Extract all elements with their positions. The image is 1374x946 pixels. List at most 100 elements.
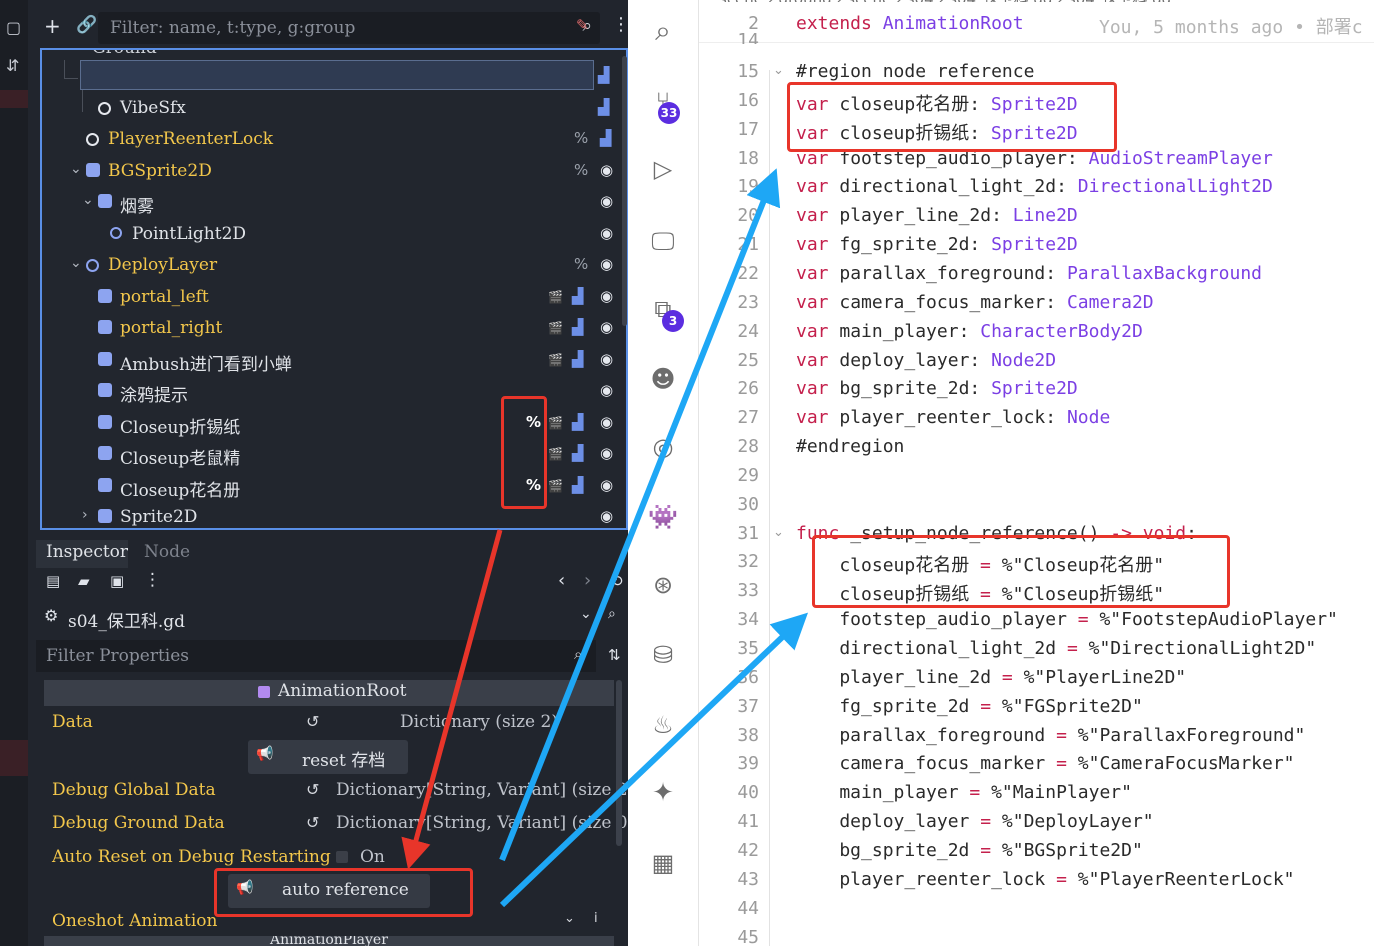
tab-inspector[interactable]: Inspector (46, 542, 128, 562)
code-line[interactable]: var main_player: CharacterBody2D (796, 321, 1143, 342)
visibility-eye-icon[interactable]: ◉ (600, 413, 613, 431)
script-icon[interactable]: ▟ (572, 444, 584, 462)
visibility-eye-icon[interactable]: ◉ (600, 444, 613, 462)
history-forward-icon[interactable]: › (584, 570, 591, 591)
script-icon[interactable]: ▟ (572, 287, 584, 305)
visibility-eye-icon[interactable]: ◉ (600, 287, 613, 305)
filter-properties-input[interactable]: Filter Properties ⌕ (36, 640, 596, 672)
fold-chevron-icon[interactable]: ⌄ (773, 63, 784, 78)
genie-lamp-icon[interactable]: ♨ (646, 708, 680, 742)
sort-icon[interactable]: ⇵ (6, 56, 19, 75)
code-line[interactable]: player_line_2d = %"PlayerLine2D" (796, 667, 1186, 688)
reset-save-button[interactable]: 📢 reset 存档 (248, 740, 408, 774)
property-value[interactable]: Dictionary[String, Variant] (size 0) (336, 813, 628, 833)
object-search-icon[interactable]: ⌕ (608, 606, 616, 622)
more-options-icon[interactable]: ⋮ (612, 14, 628, 35)
open-folder-icon[interactable]: ▰ (78, 572, 90, 590)
chevron-down-icon[interactable]: ⌄ (70, 255, 82, 271)
alien-icon[interactable]: 👾 (646, 500, 680, 534)
run-debug-icon[interactable]: ▷ (646, 152, 680, 186)
visibility-eye-icon[interactable]: ◉ (600, 318, 613, 336)
fold-chevron-icon[interactable]: ⌄ (773, 525, 784, 540)
search-icon[interactable]: ⌕ (646, 14, 680, 48)
code-line[interactable]: var player_line_2d: Line2D (796, 205, 1078, 226)
info-icon[interactable]: ⅰ (594, 911, 598, 926)
revert-icon[interactable]: ↺ (306, 780, 319, 799)
code-line[interactable]: var parallax_foreground: ParallaxBackgro… (796, 263, 1262, 284)
visibility-eye-icon[interactable]: ◉ (600, 507, 613, 525)
script-filter-icon[interactable]: ✎ (576, 16, 589, 34)
code-line[interactable]: #region node reference (796, 61, 1034, 82)
script-icon[interactable]: ▟ (598, 98, 610, 116)
inspected-script-row[interactable]: ⚙ s04_保卫科.gd ⌄ ⌕ (36, 600, 628, 634)
code-line[interactable]: var bg_sprite_2d: Sprite2D (796, 378, 1078, 399)
script-icon[interactable]: ▟ (572, 413, 584, 431)
code-line[interactable]: extends AnimationRoot (796, 13, 1024, 34)
revert-icon[interactable]: ↺ (306, 712, 319, 731)
visibility-eye-icon[interactable]: ◉ (600, 255, 613, 273)
visibility-eye-icon[interactable]: ◉ (600, 161, 613, 179)
sparkle-icon[interactable]: ✦ (646, 776, 680, 810)
remote-explorer-icon[interactable]: 🖵 (646, 224, 680, 258)
tree-row[interactable]: portal_right 🎬 ▟ ◉ (42, 314, 626, 344)
chevron-down-icon[interactable]: ⌄ (70, 161, 82, 177)
code-line[interactable]: #endregion (796, 436, 904, 457)
property-value[interactable]: Dictionary (size 2) (400, 712, 558, 732)
tree-row[interactable]: portal_left 🎬 ▟ ◉ (42, 283, 626, 313)
tree-row[interactable]: ⌄ DeployLayer% ◉ (42, 251, 626, 281)
database-icon[interactable]: ⛁ (646, 638, 680, 672)
link-icon[interactable]: 🔗 (76, 15, 97, 35)
code-line[interactable]: bg_sprite_2d = %"BGSprite2D" (796, 840, 1142, 861)
section-header-animationplayer[interactable]: AnimationPlayer (44, 936, 614, 946)
new-resource-icon[interactable]: ▤ (46, 572, 60, 590)
save-icon[interactable]: ▣ (110, 572, 124, 590)
code-line[interactable]: var deploy_layer: Node2D (796, 350, 1056, 371)
tree-row[interactable]: ⌄ BGSprite2D% ◉ (42, 157, 626, 187)
tree-row[interactable]: VibeSfx ▟ (42, 94, 626, 124)
code-line[interactable]: var camera_focus_marker: Camera2D (796, 292, 1154, 313)
code-line[interactable]: var player_reenter_lock: Node (796, 407, 1110, 428)
visibility-eye-icon[interactable]: ◉ (600, 224, 613, 242)
visibility-eye-icon[interactable]: ◉ (600, 350, 613, 368)
code-line[interactable]: footstep_audio_player = %"FootstepAudioP… (796, 609, 1338, 630)
code-line[interactable]: player_reenter_lock = %"PlayerReenterLoc… (796, 869, 1294, 890)
code-line[interactable]: fg_sprite_2d = %"FGSprite2D" (796, 696, 1142, 717)
chevron-down-icon[interactable]: ⌄ (580, 606, 592, 622)
history-icon[interactable]: ⟲ (610, 572, 623, 590)
tree-scrollbar[interactable] (622, 56, 627, 326)
code-line[interactable]: camera_focus_marker = %"CameraFocusMarke… (796, 753, 1294, 774)
inspector-scrollbar[interactable] (616, 680, 622, 846)
revert-icon[interactable]: ↺ (306, 813, 319, 832)
code-line[interactable]: var fg_sprite_2d: Sprite2D (796, 234, 1078, 255)
visibility-eye-icon[interactable]: ◉ (600, 476, 613, 494)
checkbox[interactable] (336, 851, 348, 863)
property-value[interactable]: Dictionary[String, Variant] (size 2) (336, 780, 628, 800)
code-line[interactable]: main_player = %"MainPlayer" (796, 782, 1132, 803)
package-icon[interactable]: ▦ (646, 846, 680, 880)
code-line[interactable]: parallax_foreground = %"ParallaxForegrou… (796, 725, 1305, 746)
script-icon[interactable]: ▟ (598, 66, 610, 84)
scene-filter-input[interactable]: Filter: name, t:type, g:group ⌕ (98, 12, 600, 44)
code-line[interactable]: directional_light_2d = %"DirectionalLigh… (796, 638, 1316, 659)
godot-icon[interactable]: ☻ (646, 362, 680, 396)
tree-row[interactable]: ⌄ 烟雾 ◉ (42, 188, 626, 218)
chevron-down-icon[interactable]: ⌄ (82, 192, 94, 208)
chevron-down-icon[interactable]: ⌄ (564, 911, 575, 926)
history-back-icon[interactable]: ‹ (558, 570, 565, 591)
more-icon[interactable]: ⋮ (144, 570, 161, 590)
script-icon[interactable]: ▟ (572, 350, 584, 368)
git-graph-icon[interactable]: ⊛ (646, 568, 680, 602)
tree-row[interactable]: PointLight2D ◉ (42, 220, 626, 250)
script-icon[interactable]: ▟ (572, 318, 584, 336)
code-line[interactable]: deploy_layer = %"DeployLayer" (796, 811, 1153, 832)
add-node-icon[interactable]: + (44, 14, 61, 38)
code-line[interactable]: var directional_light_2d: DirectionalLig… (796, 176, 1273, 197)
tree-row[interactable]: Ambush进门看到小蝉 🎬 ▟ ◉ (42, 346, 626, 376)
filter-options-icon[interactable]: ⇅ (608, 646, 621, 664)
window-icon[interactable]: ▢ (6, 18, 21, 37)
visibility-eye-icon[interactable]: ◉ (600, 381, 613, 399)
tab-node[interactable]: Node (144, 542, 190, 562)
script-icon[interactable]: ▟ (572, 476, 584, 494)
visibility-eye-icon[interactable]: ◉ (600, 192, 613, 210)
script-icon[interactable]: ▟ (600, 129, 612, 147)
